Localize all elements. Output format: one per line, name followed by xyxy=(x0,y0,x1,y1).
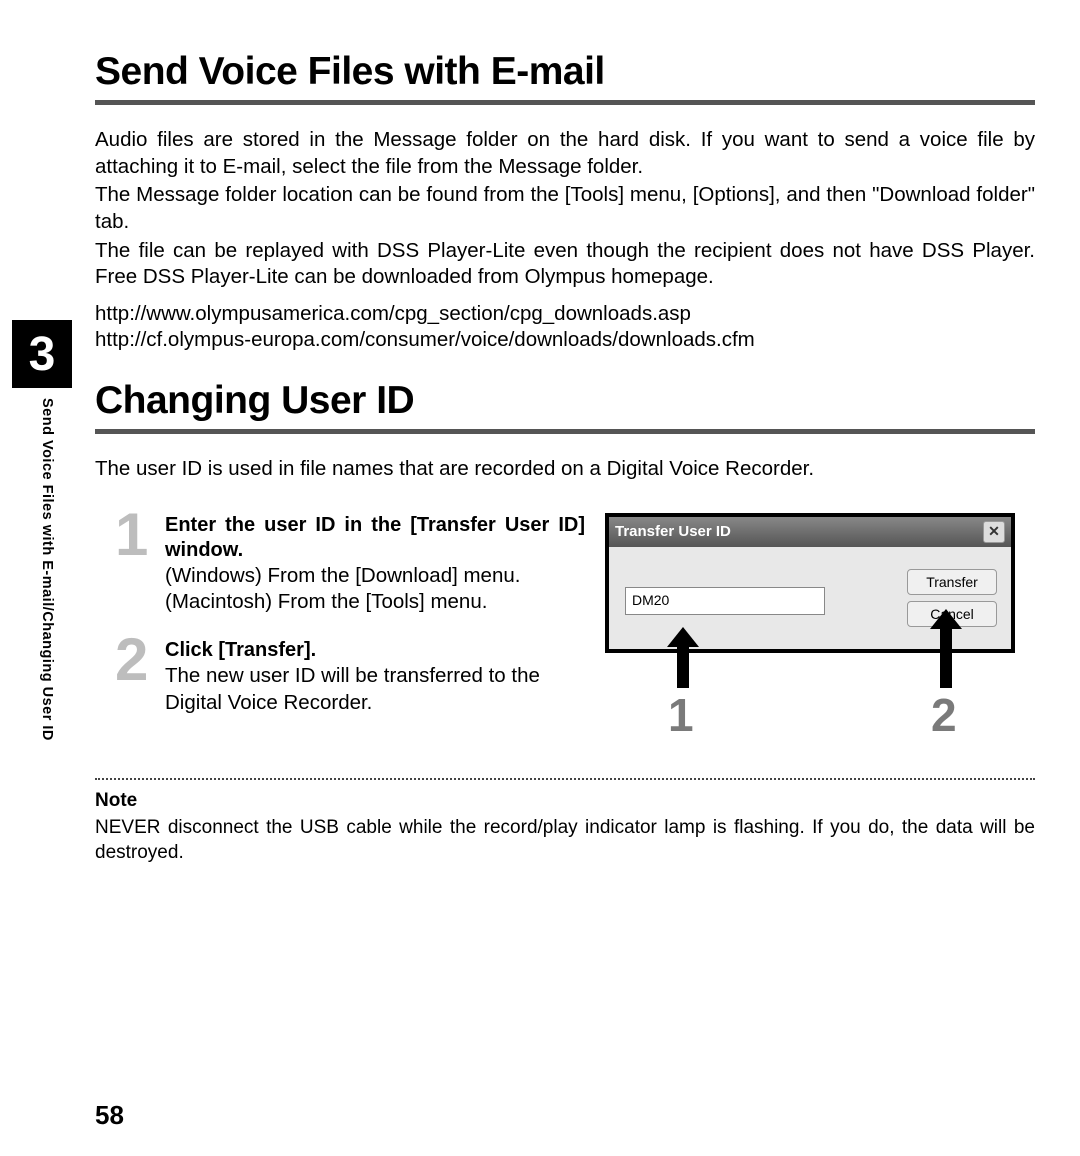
dotted-divider xyxy=(95,778,1035,780)
step-1-body-a: (Windows) From the [Download] menu. xyxy=(165,563,585,590)
step-1-body-b: (Macintosh) From the [Tools] menu. xyxy=(165,589,585,616)
callout-number-2: 2 xyxy=(931,688,957,742)
note-body: NEVER disconnect the USB cable while the… xyxy=(95,816,1035,865)
user-id-input[interactable]: DM20 xyxy=(625,587,825,615)
manual-page: 3 Send Voice Files with E-mail/Changing … xyxy=(0,0,1080,1156)
section1-url1: http://www.olympusamerica.com/cpg_sectio… xyxy=(95,301,1035,328)
steps-column: 1 Enter the user ID in the [Transfer Use… xyxy=(95,513,585,739)
title-rule xyxy=(95,100,1035,105)
section1-para2: The Message folder location can be found… xyxy=(95,182,1035,235)
step-1-title: Enter the user ID in the [Transfer User … xyxy=(165,513,585,563)
close-icon[interactable]: ✕ xyxy=(983,521,1005,543)
section1-para3: The file can be replayed with DSS Player… xyxy=(95,238,1035,291)
section1-para1: Audio files are stored in the Message fo… xyxy=(95,127,1035,180)
step-2-body: The new user ID will be transferred to t… xyxy=(165,663,585,716)
section2-intro: The user ID is used in file names that a… xyxy=(95,456,1035,483)
title-rule-2 xyxy=(95,429,1035,434)
chapter-number-badge: 3 xyxy=(12,320,72,388)
callout-arrow-2 xyxy=(940,625,952,688)
transfer-button[interactable]: Transfer xyxy=(907,569,997,595)
side-running-head: Send Voice Files with E-mail/Changing Us… xyxy=(38,398,55,788)
section1-title: Send Voice Files with E-mail xyxy=(95,50,1035,94)
note-heading: Note xyxy=(95,790,1035,812)
section1-url2: http://cf.olympus-europa.com/consumer/vo… xyxy=(95,327,1035,354)
step-1: 1 Enter the user ID in the [Transfer Use… xyxy=(125,513,585,616)
steps-area: 1 Enter the user ID in the [Transfer Use… xyxy=(95,513,1035,739)
dialog-title: Transfer User ID xyxy=(615,523,983,540)
step-number-2: 2 xyxy=(115,630,148,690)
step-2: 2 Click [Transfer]. The new user ID will… xyxy=(125,638,585,716)
callout-arrow-1 xyxy=(677,643,689,688)
step-2-title: Click [Transfer]. xyxy=(165,638,585,663)
step-number-1: 1 xyxy=(115,505,148,565)
dialog-illustration: Transfer User ID ✕ DM20 Transfer Cancel … xyxy=(605,513,1035,739)
section2-title: Changing User ID xyxy=(95,379,1035,423)
callout-number-1: 1 xyxy=(668,688,694,742)
page-number: 58 xyxy=(95,1100,124,1131)
dialog-titlebar: Transfer User ID ✕ xyxy=(609,517,1011,547)
